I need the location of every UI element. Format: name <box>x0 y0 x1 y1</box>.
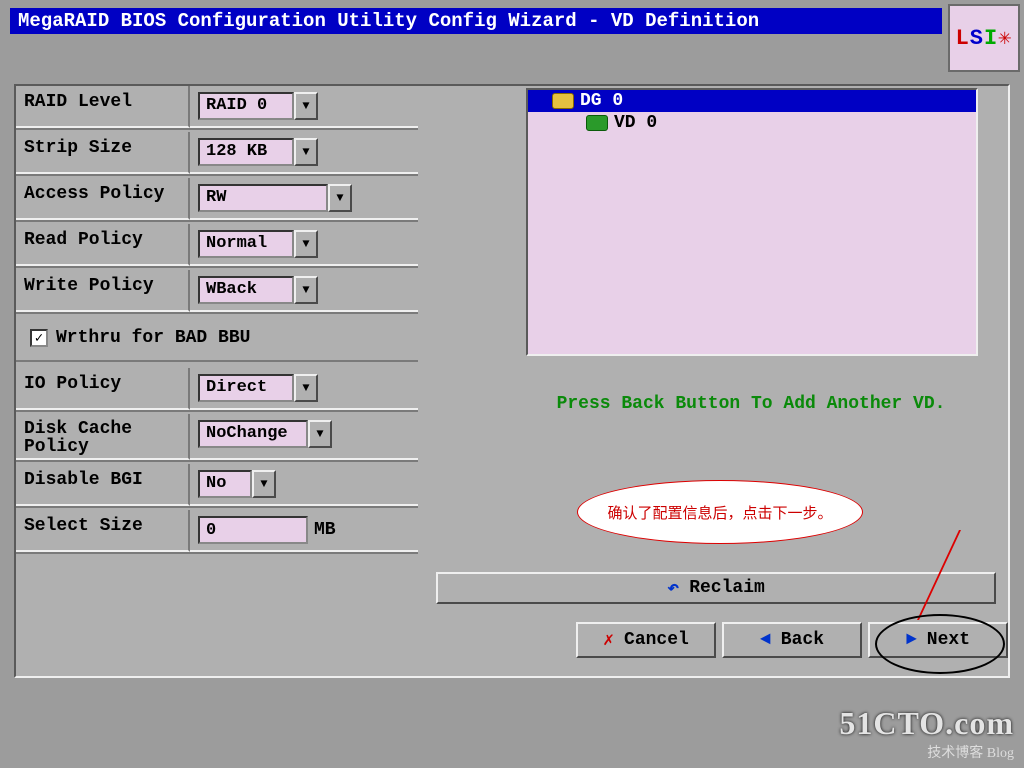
tree-row-dg[interactable]: DG 0 <box>528 90 976 112</box>
chevron-down-icon[interactable] <box>294 92 318 120</box>
chevron-down-icon[interactable] <box>328 184 352 212</box>
size-unit: MB <box>314 520 336 540</box>
hint-text: Press Back Button To Add Another VD. <box>506 394 996 414</box>
title-bar: MegaRAID BIOS Configuration Utility Conf… <box>10 8 942 34</box>
chevron-down-icon[interactable] <box>308 420 332 448</box>
reclaim-button[interactable]: ↶ Reclaim <box>436 572 996 604</box>
select-size-input[interactable] <box>198 516 308 544</box>
arrow-right-icon: ► <box>906 630 917 650</box>
io-policy-select[interactable]: Direct <box>198 374 318 402</box>
arrow-left-icon: ◄ <box>760 630 771 650</box>
chevron-down-icon[interactable] <box>294 276 318 304</box>
disk-cache-policy-select[interactable]: NoChange <box>198 420 332 448</box>
raid-level-select[interactable]: RAID 0 <box>198 92 318 120</box>
disable-bgi-select[interactable]: No <box>198 470 276 498</box>
access-policy-select[interactable]: RW <box>198 184 352 212</box>
back-button[interactable]: ◄ Back <box>722 622 862 658</box>
lsi-logo: LSI✳ <box>948 4 1020 72</box>
label-disk-cache-policy: Disk Cache Policy <box>16 414 190 460</box>
label-write-policy: Write Policy <box>16 270 190 312</box>
window-title: MegaRAID BIOS Configuration Utility Conf… <box>18 10 759 32</box>
chevron-down-icon[interactable] <box>294 138 318 166</box>
chevron-down-icon[interactable] <box>294 230 318 258</box>
label-wrthru: Wrthru for BAD BBU <box>56 328 250 348</box>
label-access-policy: Access Policy <box>16 178 190 220</box>
label-disable-bgi: Disable BGI <box>16 464 190 506</box>
drive-group-icon <box>552 93 574 109</box>
next-button[interactable]: ► Next <box>868 622 1008 658</box>
virtual-drive-icon <box>586 115 608 131</box>
read-policy-select[interactable]: Normal <box>198 230 318 258</box>
label-strip-size: Strip Size <box>16 132 190 174</box>
annotation-callout: 确认了配置信息后，点击下一步。 <box>577 480 863 544</box>
label-raid-level: RAID Level <box>16 86 190 128</box>
strip-size-select[interactable]: 128 KB <box>198 138 318 166</box>
vd-tree-panel: DG 0 VD 0 <box>526 88 978 356</box>
wrthru-bad-bbu-row[interactable]: Wrthru for BAD BBU <box>16 316 418 362</box>
label-select-size: Select Size <box>16 510 190 552</box>
chevron-down-icon[interactable] <box>294 374 318 402</box>
watermark: 51CTO.com 技术博客 Blog <box>839 705 1014 762</box>
tree-row-vd[interactable]: VD 0 <box>528 112 976 134</box>
cancel-button[interactable]: ✗ Cancel <box>576 622 716 658</box>
main-panel: RAID Level RAID 0 Strip Size 128 KB Acce… <box>14 84 1010 678</box>
x-icon: ✗ <box>603 629 614 651</box>
label-read-policy: Read Policy <box>16 224 190 266</box>
write-policy-select[interactable]: WBack <box>198 276 318 304</box>
checkbox-icon[interactable] <box>30 329 48 347</box>
chevron-down-icon[interactable] <box>252 470 276 498</box>
undo-icon: ↶ <box>667 575 679 601</box>
label-io-policy: IO Policy <box>16 368 190 410</box>
